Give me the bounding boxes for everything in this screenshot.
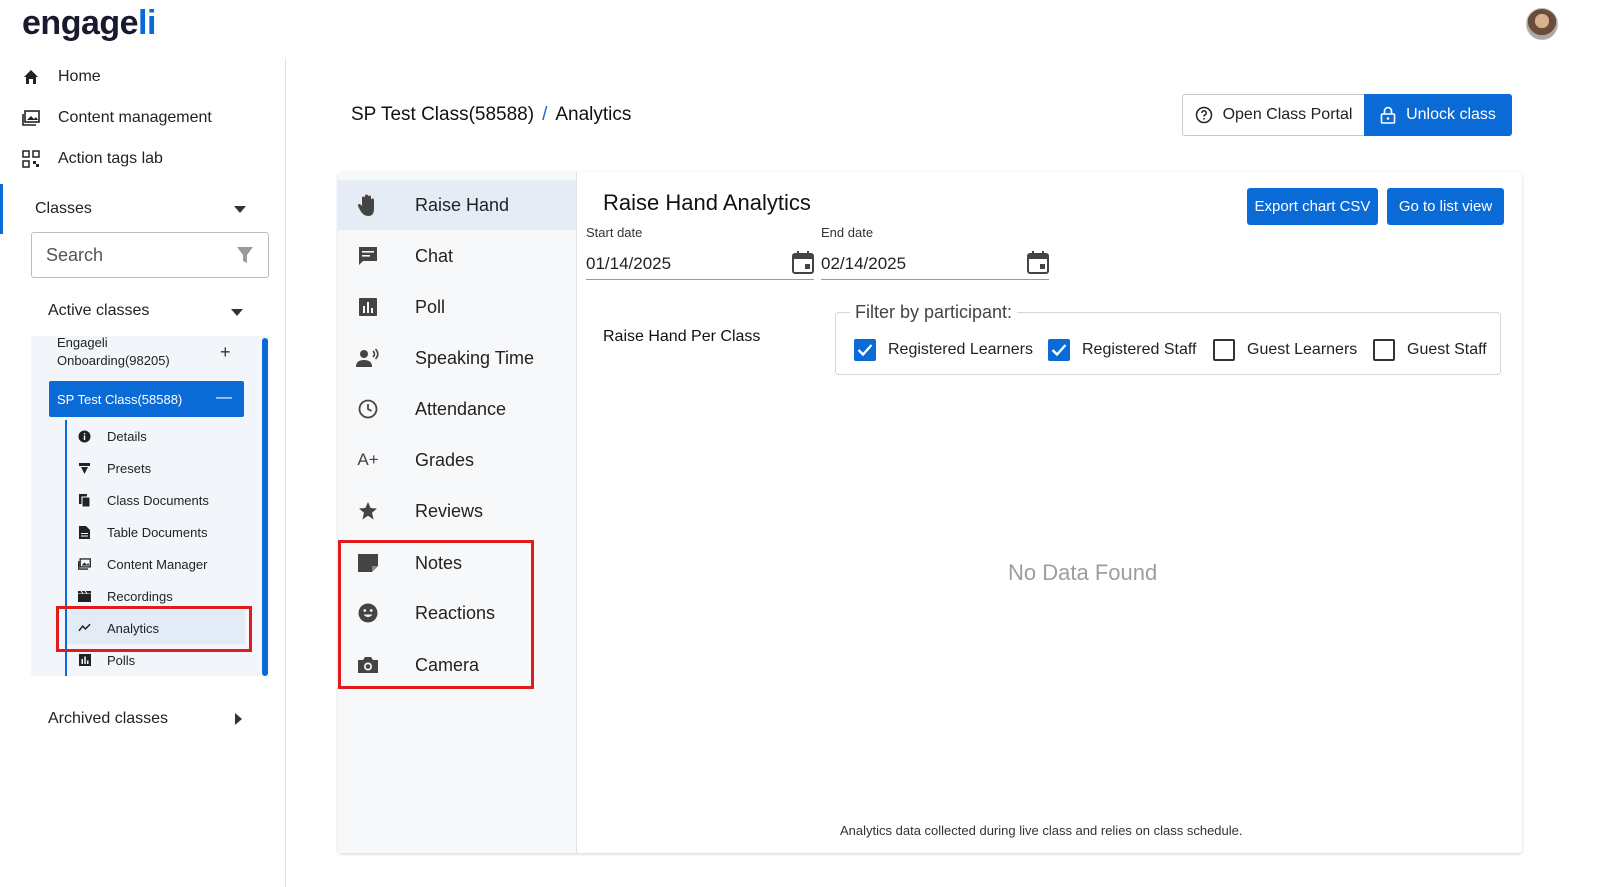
go-to-list-view-button[interactable]: Go to list view — [1387, 188, 1504, 225]
menu-attendance[interactable]: Attendance — [338, 384, 576, 434]
nav-action-tags-lab[interactable]: Action tags lab — [22, 150, 163, 168]
no-data-message: No Data Found — [1008, 560, 1158, 585]
filter-registered-learners[interactable]: Registered Learners — [854, 339, 1033, 361]
menu-raise-hand[interactable]: Raise Hand — [338, 180, 576, 230]
clock-icon — [356, 397, 380, 421]
checkbox-checked-icon[interactable] — [1048, 339, 1070, 361]
top-bar: engageli — [0, 0, 1600, 58]
nav-content-management[interactable]: Content management — [22, 109, 212, 127]
checkbox-empty-icon[interactable] — [1373, 339, 1395, 361]
open-class-portal-button[interactable]: Open Class Portal — [1182, 94, 1365, 136]
document-icon — [78, 525, 91, 539]
class-item-onboarding[interactable]: Engageli Onboarding(98205) — [57, 334, 217, 370]
class-sub-polls[interactable]: Polls — [78, 650, 135, 670]
breadcrumb-page: Analytics — [555, 104, 632, 125]
presets-icon — [78, 462, 91, 475]
tree-scrollbar[interactable] — [262, 338, 268, 676]
calendar-icon[interactable] — [792, 250, 814, 274]
chevron-right-icon[interactable] — [235, 713, 242, 725]
end-date-field[interactable]: 02/14/2025 — [821, 248, 1049, 280]
class-sub-recordings[interactable]: Recordings — [78, 586, 173, 606]
chat-icon — [356, 244, 380, 268]
poll-icon — [356, 295, 380, 319]
class-sub-table-documents[interactable]: Table Documents — [78, 522, 207, 542]
user-avatar[interactable] — [1526, 8, 1558, 40]
breadcrumb: SP Test Class(58588) / Analytics — [351, 104, 631, 126]
engageli-logo[interactable]: engageli — [22, 4, 156, 43]
documents-icon — [78, 493, 91, 507]
clapperboard-icon — [78, 590, 91, 603]
breadcrumb-separator: / — [542, 104, 548, 125]
calendar-icon[interactable] — [1027, 250, 1049, 274]
class-sub-content-manager[interactable]: Content Manager — [78, 554, 207, 574]
unlock-class-button[interactable]: Unlock class — [1364, 94, 1512, 136]
qr-code-icon — [22, 150, 40, 168]
classes-section-toggle[interactable]: Classes — [0, 184, 286, 234]
filter-icon[interactable] — [236, 246, 254, 264]
speaking-icon — [356, 346, 380, 370]
end-date-label: End date — [821, 225, 874, 240]
collapse-minus-icon[interactable]: — — [216, 389, 232, 407]
images-icon — [78, 558, 91, 571]
page-title: Raise Hand Analytics — [603, 190, 811, 215]
class-sub-details[interactable]: Details — [78, 426, 147, 446]
chevron-down-icon — [234, 206, 246, 213]
nav-home[interactable]: Home — [22, 68, 101, 86]
filter-guest-staff[interactable]: Guest Staff — [1373, 339, 1487, 361]
star-icon — [356, 499, 380, 523]
images-icon — [22, 109, 40, 127]
hand-icon — [356, 193, 380, 217]
expand-plus-icon[interactable]: + — [220, 342, 231, 363]
breadcrumb-class[interactable]: SP Test Class(58588) — [351, 104, 534, 126]
info-icon — [78, 430, 91, 443]
menu-reviews[interactable]: Reviews — [338, 486, 576, 536]
active-classes-toggle[interactable]: Active classes — [48, 302, 149, 320]
class-item-selected[interactable]: SP Test Class(58588) — — [49, 381, 244, 417]
checkbox-checked-icon[interactable] — [854, 339, 876, 361]
filter-guest-learners[interactable]: Guest Learners — [1213, 339, 1357, 361]
help-circle-icon — [1195, 106, 1212, 124]
filter-registered-staff[interactable]: Registered Staff — [1048, 339, 1196, 361]
home-icon — [22, 68, 40, 86]
menu-poll[interactable]: Poll — [338, 282, 576, 332]
analytics-footnote: Analytics data collected during live cla… — [840, 823, 1243, 838]
notes-highlight-box — [338, 540, 534, 689]
sidebar: Home Content management Action tags lab … — [0, 58, 286, 887]
chart-heading: Raise Hand Per Class — [603, 328, 761, 345]
class-search-input[interactable]: Search — [31, 232, 269, 278]
export-chart-csv-button[interactable]: Export chart CSV — [1247, 188, 1378, 225]
start-date-label: Start date — [586, 225, 643, 240]
archived-classes-toggle[interactable]: Archived classes — [48, 710, 168, 728]
menu-chat[interactable]: Chat — [338, 231, 576, 281]
chevron-down-icon[interactable] — [231, 309, 243, 316]
filter-legend: Filter by participant: — [850, 302, 1018, 323]
lock-icon — [1380, 106, 1396, 124]
poll-icon — [78, 654, 91, 667]
analytics-highlight-box — [56, 606, 252, 652]
menu-speaking-time[interactable]: Speaking Time — [338, 333, 576, 383]
menu-grades[interactable]: A+ Grades — [338, 435, 576, 485]
checkbox-empty-icon[interactable] — [1213, 339, 1235, 361]
class-sub-presets[interactable]: Presets — [78, 458, 151, 478]
grade-icon: A+ — [357, 450, 379, 469]
class-sub-class-documents[interactable]: Class Documents — [78, 490, 209, 510]
start-date-field[interactable]: 01/14/2025 — [586, 248, 814, 280]
